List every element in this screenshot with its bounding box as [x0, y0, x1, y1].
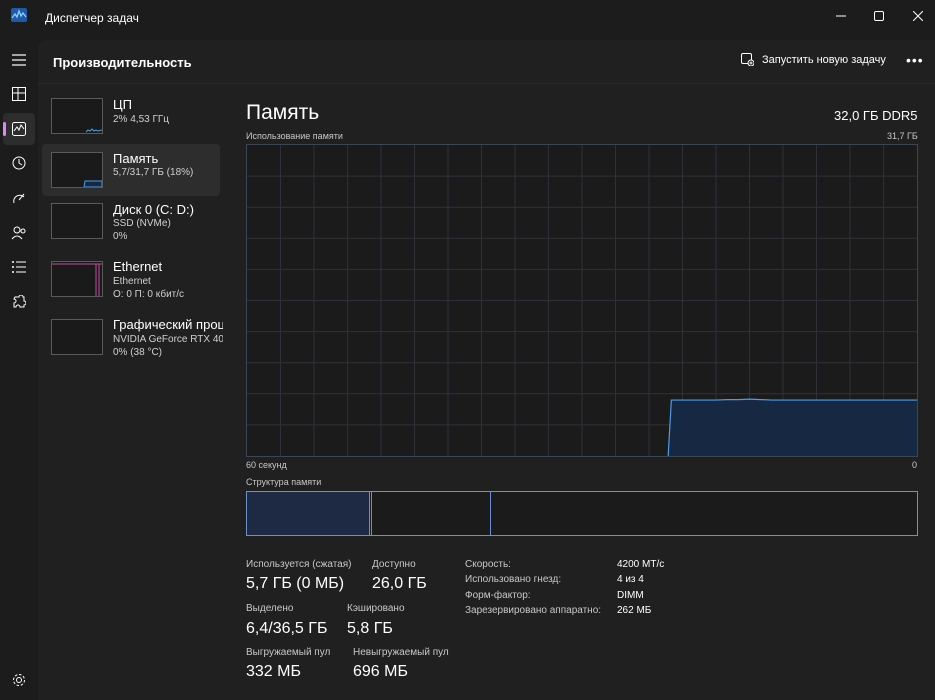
nav-item-details[interactable] — [3, 251, 35, 283]
maximize-icon — [874, 11, 884, 21]
in-use-value: 5,7 ГБ (0 МБ) — [246, 575, 345, 592]
memory-usage-chart — [247, 145, 917, 457]
composition-modified — [371, 492, 491, 535]
details-icon — [12, 261, 26, 273]
usage-max-label: 31,7 ГБ — [887, 131, 918, 141]
nav-item-startup[interactable] — [3, 182, 35, 214]
side-item-name: ЦП — [113, 97, 132, 112]
gpu-thumbnail — [51, 319, 103, 355]
composition-in-use — [247, 492, 370, 535]
in-use-label: Используется (сжатая) — [246, 559, 352, 570]
run-new-task-button[interactable]: Запустить новую задачу — [741, 53, 886, 66]
composition-label: Структура памяти — [246, 477, 322, 487]
side-item-cpu[interactable]: ЦП 2% 4,53 ГГц — [42, 95, 220, 147]
side-item-detail-2: О: 0 П: 0 кбит/с — [113, 289, 185, 300]
nav-item-users[interactable] — [3, 217, 35, 249]
memory-usage-graph — [246, 144, 918, 457]
performance-icon — [12, 122, 26, 136]
startup-icon — [13, 193, 25, 204]
slots-label: Использовано гнезд: — [465, 574, 562, 585]
gear-icon — [13, 674, 25, 686]
side-item-gpu[interactable]: Графический процессор 0 NVIDIA GeForce R… — [42, 315, 223, 367]
committed-label: Выделено — [246, 603, 294, 614]
usage-chart-label: Использование памяти — [246, 131, 343, 141]
memory-thumbnail — [51, 152, 103, 188]
hw-reserved-value: 262 МБ — [617, 605, 652, 616]
form-factor-label: Форм-фактор: — [465, 590, 531, 601]
memory-composition-bar — [246, 491, 918, 536]
hamburger-icon — [12, 54, 26, 66]
time-axis-start-label: 60 секунд — [246, 460, 287, 470]
memory-usage-area — [668, 399, 917, 456]
speed-label: Скорость: — [465, 559, 511, 570]
nonpaged-pool-value: 696 МБ — [353, 663, 408, 680]
nav-settings-button[interactable] — [3, 664, 35, 696]
slots-value: 4 из 4 — [617, 574, 644, 585]
time-axis-end-label: 0 — [912, 460, 918, 470]
side-item-ethernet[interactable]: Ethernet Ethernet О: 0 П: 0 кбит/с — [42, 257, 220, 309]
task-manager-app-icon — [11, 8, 27, 22]
nav-item-performance[interactable] — [3, 113, 35, 145]
nav-menu-button[interactable] — [3, 44, 35, 76]
more-options-button[interactable]: ••• — [906, 52, 924, 68]
close-button[interactable] — [895, 0, 935, 32]
memory-title: Память — [246, 101, 320, 124]
page-header: Производительность Запустить новую задач… — [38, 40, 935, 84]
side-item-name: Память — [113, 151, 159, 166]
hw-reserved-label: Зарезервировано аппаратно: — [465, 605, 602, 616]
side-item-name: Диск 0 (C: D:) — [113, 202, 194, 217]
nav-item-services[interactable] — [3, 286, 35, 318]
nav-item-processes[interactable] — [3, 78, 35, 110]
title-bar: Диспетчер задач — [0, 0, 935, 40]
available-label: Доступно — [372, 559, 416, 570]
paged-pool-label: Выгружаемый пул — [246, 647, 331, 658]
history-icon — [12, 156, 26, 170]
run-task-icon — [741, 53, 754, 66]
cached-value: 5,8 ГБ — [347, 620, 393, 637]
page-title: Производительность — [53, 55, 192, 70]
minimize-icon — [836, 15, 846, 17]
side-item-detail-2: 0% — [113, 231, 128, 242]
available-value: 26,0 ГБ — [372, 575, 427, 592]
nav-rail — [0, 40, 38, 700]
speed-value: 4200 MT/c — [617, 559, 665, 570]
users-icon — [11, 226, 26, 240]
content-panel: Производительность Запустить новую задач… — [38, 40, 935, 700]
side-item-detail: 2% 4,53 ГГц — [113, 114, 170, 125]
cached-label: Кэшировано — [347, 603, 405, 614]
memory-spec: 32,0 ГБ DDR5 — [834, 108, 918, 123]
side-item-detail: NVIDIA GeForce RTX 4060 — [113, 334, 223, 345]
processes-icon — [12, 87, 26, 101]
window-title: Диспетчер задач — [45, 11, 139, 25]
close-icon — [913, 11, 923, 21]
nav-item-app-history[interactable] — [3, 147, 35, 179]
run-new-task-label: Запустить новую задачу — [762, 53, 886, 66]
form-factor-value: DIMM — [617, 590, 644, 601]
paged-pool-value: 332 МБ — [246, 663, 301, 680]
cpu-thumbnail — [51, 98, 103, 134]
nonpaged-pool-label: Невыгружаемый пул — [353, 647, 449, 658]
side-item-detail: 5,7/31,7 ГБ (18%) — [113, 167, 194, 178]
services-icon — [13, 295, 26, 308]
side-item-name: Графический процессор 0 — [113, 317, 223, 332]
committed-value: 6,4/36,5 ГБ — [246, 620, 328, 637]
side-item-memory[interactable]: Память 5,7/31,7 ГБ (18%) — [42, 144, 220, 196]
disk-thumbnail — [51, 203, 103, 239]
ethernet-thumbnail — [51, 261, 103, 297]
side-item-detail-2: 0% (38 °C) — [113, 347, 163, 358]
side-item-disk[interactable]: Диск 0 (C: D:) SSD (NVMe) 0% — [42, 200, 220, 252]
side-item-name: Ethernet — [113, 259, 163, 274]
side-item-detail: Ethernet — [113, 276, 151, 287]
side-item-detail: SSD (NVMe) — [113, 218, 171, 229]
